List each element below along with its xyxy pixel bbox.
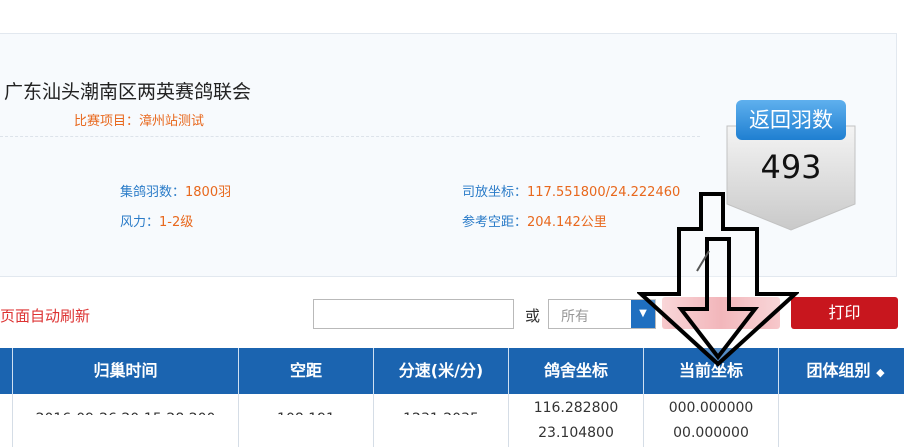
- return-time-cell: 2016-09-26 20:15:28.200: [13, 394, 239, 447]
- return-time-value: 2016-09-26 20:15:28.200: [35, 411, 216, 427]
- col-header-speed[interactable]: 分速(米/分): [374, 348, 509, 394]
- badge-count: 493: [760, 148, 822, 186]
- wind-value: 1-2级: [159, 215, 194, 230]
- col-header-loft-coord[interactable]: 鸽舍坐标: [509, 348, 644, 394]
- row-index-cell: [0, 394, 13, 447]
- event-info: 比赛项目：漳州站测试: [74, 110, 204, 129]
- or-label: 或: [525, 307, 541, 325]
- loft-coord-cell: 116.282800 23.104800: [509, 394, 644, 447]
- event-label: 比赛项目：: [74, 114, 140, 129]
- distance-value: 108.191: [277, 411, 335, 427]
- release-coord-label: 司放坐标：: [462, 185, 528, 200]
- loft-lat: 23.104800: [538, 425, 614, 441]
- loft-lng: 116.282800: [533, 400, 619, 416]
- event-value: 漳州站测试: [139, 114, 205, 129]
- col-header-return-time[interactable]: 归巢时间: [13, 348, 239, 394]
- pigeon-count: 集鸽羽数：1800羽: [120, 181, 231, 200]
- org-name: 广东汕头潮南区两英赛鸽联会: [4, 81, 252, 103]
- sort-icon[interactable]: ◆: [876, 366, 884, 379]
- wind-label: 风力：: [120, 215, 160, 230]
- current-lng: 000.000000: [668, 400, 754, 416]
- ref-distance-label: 参考空距：: [462, 215, 528, 230]
- select-value: 所有: [561, 309, 589, 325]
- speed-value: 1231.2035: [403, 411, 479, 427]
- search-input[interactable]: [313, 299, 514, 329]
- current-coord-cell: 000.000000 00.000000: [644, 394, 779, 447]
- col-header-index: [0, 348, 13, 394]
- divider: [0, 136, 700, 137]
- group-cell: [779, 394, 904, 447]
- print-button[interactable]: 打印: [791, 297, 898, 329]
- table-row: 2016-09-26 20:15:28.200 108.191 1231.203…: [0, 394, 904, 447]
- wind-level: 风力：1-2级: [120, 211, 193, 230]
- speed-cell: 1231.2035: [374, 394, 509, 447]
- current-lat: 00.000000: [673, 425, 749, 441]
- arrow-down-icon: [637, 192, 799, 367]
- group-header-label: 团体组别: [806, 361, 871, 380]
- distance-cell: 108.191: [239, 394, 374, 447]
- badge-title: 返回羽数: [736, 100, 846, 140]
- pigeon-count-label: 集鸽羽数：: [120, 185, 186, 200]
- ref-distance: 参考空距：204.142公里: [462, 211, 607, 230]
- auto-refresh-link[interactable]: 页面自动刷新: [0, 305, 90, 326]
- pigeon-count-value: 1800羽: [185, 185, 232, 200]
- ref-distance-value: 204.142公里: [527, 215, 607, 230]
- col-header-distance[interactable]: 空距: [239, 348, 374, 394]
